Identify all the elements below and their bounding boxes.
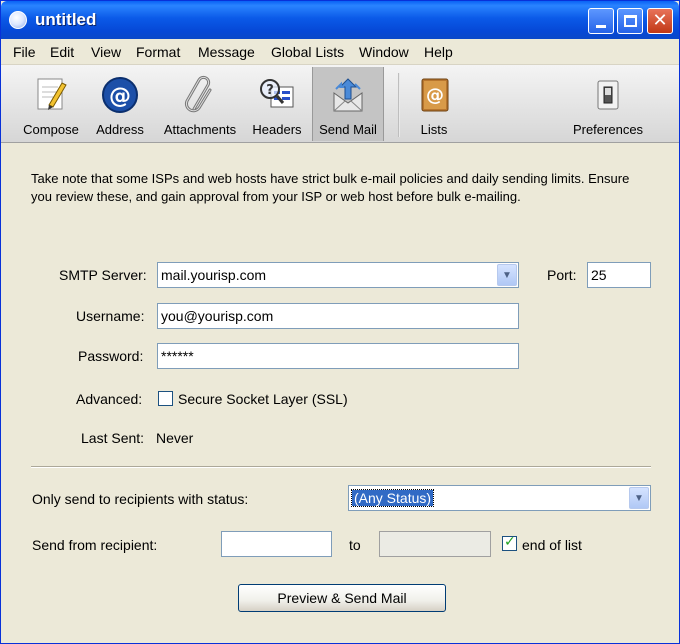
smtp-server-value: mail.yourisp.com [161, 267, 267, 283]
minimize-icon [596, 24, 606, 28]
status-dropdown-button[interactable]: ▼ [629, 487, 649, 509]
chevron-down-icon: ▼ [634, 492, 644, 504]
username-input[interactable]: you@yourisp.com [157, 303, 519, 329]
address-button[interactable]: @ Address [89, 67, 151, 141]
last-sent-value: Never [156, 430, 194, 446]
attachments-button[interactable]: Attachments [157, 67, 243, 141]
toolbar: Compose @ Address Attachments ? Headers … [1, 65, 679, 143]
status-value: (Any Status) [350, 489, 435, 507]
port-input[interactable]: 25 [587, 262, 651, 288]
username-label: Username: [76, 308, 145, 324]
window-title: untitled [35, 10, 97, 29]
lists-label: Lists [420, 122, 448, 137]
menu-file[interactable]: File [13, 44, 36, 60]
lists-icon: @ [421, 78, 449, 112]
send-mail-label: Send Mail [319, 122, 377, 137]
send-from-input[interactable] [221, 531, 332, 557]
send-mail-panel: Take note that some ISPs and web hosts h… [1, 144, 679, 644]
menu-view[interactable]: View [91, 44, 121, 60]
ssl-label[interactable]: Secure Socket Layer (SSL) [178, 391, 348, 407]
svg-text:?: ? [266, 83, 274, 98]
headers-button[interactable]: ? Headers [245, 67, 309, 141]
address-icon: @ [102, 77, 138, 113]
preferences-button[interactable]: Preferences [567, 67, 649, 141]
minimize-button[interactable] [588, 8, 614, 34]
password-input[interactable]: ****** [157, 343, 519, 369]
maximize-icon [623, 15, 637, 27]
address-label: Address [96, 122, 144, 137]
lists-button[interactable]: @ Lists [405, 67, 463, 141]
send-mail-icon [333, 78, 363, 112]
compose-icon [37, 78, 67, 110]
compose-label: Compose [23, 122, 79, 137]
toolbar-separator [398, 73, 400, 137]
close-button[interactable]: ✕ [647, 8, 673, 34]
end-of-list-label[interactable]: end of list [522, 537, 582, 553]
attachments-label: Attachments [163, 122, 237, 137]
svg-text:@: @ [426, 85, 444, 106]
menu-global-lists[interactable]: Global Lists [271, 44, 344, 60]
menu-bar: File Edit View Format Message Global Lis… [1, 39, 679, 65]
smtp-dropdown-button[interactable]: ▼ [497, 264, 517, 286]
to-label: to [349, 537, 361, 553]
preview-send-mail-button[interactable]: Preview & Send Mail [238, 584, 446, 612]
smtp-server-label: SMTP Server: [59, 267, 147, 283]
compose-button[interactable]: Compose [13, 67, 89, 141]
send-to-input[interactable] [379, 531, 491, 557]
paperclip-icon [184, 75, 212, 113]
chevron-down-icon: ▼ [502, 269, 512, 281]
menu-window[interactable]: Window [359, 44, 409, 60]
checkmark-icon: ✓ [504, 534, 516, 550]
title-bar[interactable]: untitled ✕ [1, 1, 679, 39]
preferences-label: Preferences [572, 122, 644, 137]
status-label: Only send to recipients with status: [32, 491, 249, 507]
headers-icon: ? [260, 79, 294, 108]
app-icon[interactable] [9, 11, 27, 29]
menu-help[interactable]: Help [424, 44, 453, 60]
send-from-label: Send from recipient: [32, 537, 158, 553]
menu-edit[interactable]: Edit [50, 44, 74, 60]
menu-message[interactable]: Message [198, 44, 255, 60]
divider [31, 466, 651, 468]
switch-icon [597, 80, 619, 110]
close-icon: ✕ [652, 10, 668, 31]
port-label: Port: [547, 267, 577, 283]
svg-text:@: @ [109, 84, 131, 109]
status-combobox[interactable]: (Any Status) ▼ [348, 485, 651, 511]
menu-format[interactable]: Format [136, 44, 180, 60]
main-window: untitled ✕ File Edit View Format Message… [0, 0, 680, 644]
last-sent-label: Last Sent: [81, 430, 145, 446]
headers-label: Headers [252, 122, 302, 137]
ssl-checkbox[interactable] [158, 391, 173, 406]
smtp-server-combobox[interactable]: mail.yourisp.com ▼ [157, 262, 519, 288]
end-of-list-checkbox[interactable]: ✓ [502, 534, 517, 551]
maximize-button[interactable] [617, 8, 643, 34]
advanced-label: Advanced: [76, 391, 143, 407]
password-label: Password: [78, 348, 144, 364]
send-mail-button[interactable]: Send Mail [312, 67, 384, 141]
info-text: Take note that some ISPs and web hosts h… [31, 171, 630, 204]
